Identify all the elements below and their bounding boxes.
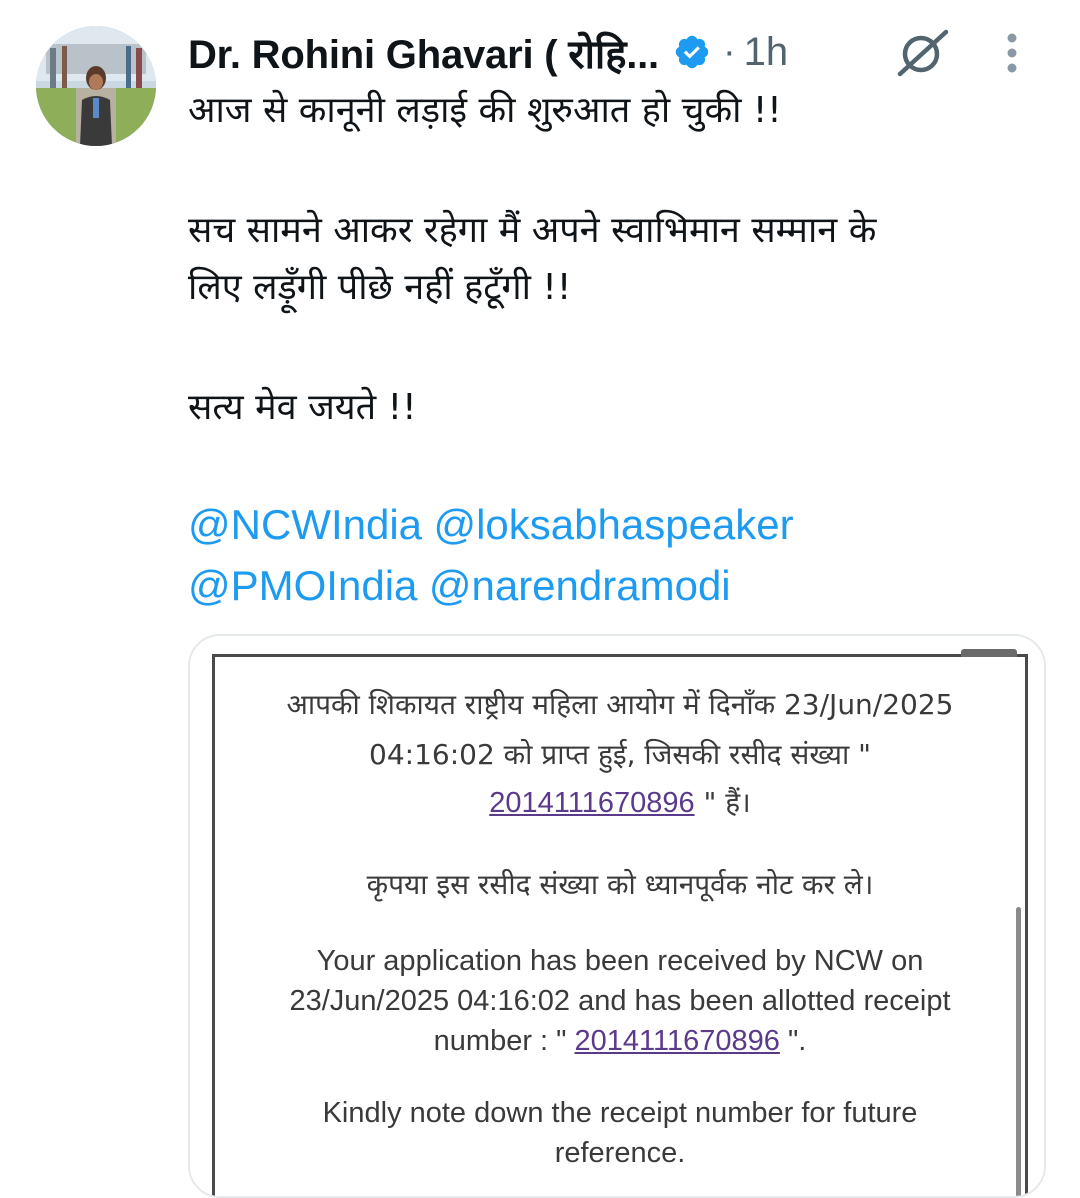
receipt-text-hindi: आपकी शिकायत राष्ट्रीय महिला आयोग में दिन… [286,688,954,721]
receipt-number-link: 2014111670896 [574,1025,780,1057]
media-image[interactable]: आपकी शिकायत राष्ट्रीय महिला आयोग में दिन… [188,634,1046,1198]
receipt-note-english: reference. [554,1137,686,1169]
tweet-line: लिए लड़ूँगी पीछे नहीं हटूँगी !! [188,267,572,308]
tweet-line: सच सामने आकर रहेगा मैं अपने स्वाभिमान सम… [188,210,877,251]
display-name[interactable]: Dr. Rohini Ghavari ( रोहि... [188,25,659,80]
more-options-icon[interactable] [1002,30,1022,76]
mention-pmoindia[interactable]: @PMOIndia [188,562,417,609]
tweet-header: Dr. Rohini Ghavari ( रोहि... · 1h [188,22,1060,82]
mention-loksabhaspeaker[interactable]: @loksabhaspeaker [433,501,793,548]
receipt-text-english: number : " [433,1025,575,1057]
tweet-text: आज से कानूनी लड़ाई की शुरुआत हो चुकी !! … [188,82,1058,618]
separator-dot: · [722,30,736,73]
timestamp[interactable]: 1h [744,30,789,75]
verified-badge-icon [673,33,711,71]
receipt-number-line: 2014111670896 " हैं। [215,783,1025,821]
avatar[interactable] [36,26,156,146]
receipt-text-english: ". [779,1025,807,1057]
mention-ncwindia[interactable]: @NCWIndia [188,501,422,548]
receipt-text-hindi: 04:16:02 को प्राप्त हुई, जिसकी रसीद संख्… [369,738,871,771]
tweet-line: सत्य मेव जयते !! [188,387,417,428]
receipt-text-english: 23/Jun/2025 04:16:02 and has been allott… [289,985,951,1017]
grok-icon[interactable] [894,28,952,78]
receipt-note-hindi: कृपया इस रसीद संख्या को ध्यानपूर्वक नोट … [366,868,874,901]
mentions: @NCWIndia @loksabhaspeaker @PMOIndia @na… [188,496,1058,618]
tweet-line: आज से कानूनी लड़ाई की शुरुआत हो चुकी !! [188,90,782,131]
mention-narendramodi[interactable]: @narendramodi [429,562,731,609]
receipt-number-line: number : " 2014111670896 ". [215,1025,1025,1058]
receipt-note-english: Kindly note down the receipt number for … [322,1097,918,1129]
receipt-number-link: 2014111670896 [489,787,695,819]
document-tab [961,649,1017,657]
receipt-text-hindi: " हैं। [694,786,751,819]
receipt-document: आपकी शिकायत राष्ट्रीय महिला आयोग में दिन… [212,649,1028,1196]
receipt-text-english: Your application has been received by NC… [316,945,924,977]
